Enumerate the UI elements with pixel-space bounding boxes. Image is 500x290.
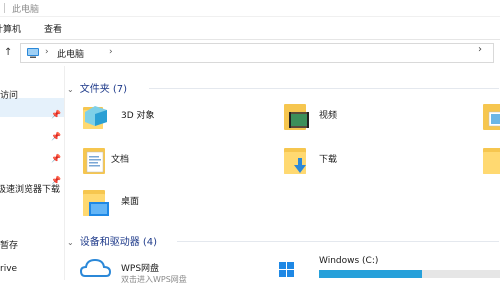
- nav-item-temp[interactable]: 暂存: [0, 238, 18, 251]
- navigation-pane: 访问 📌 📌 📌 📌 极速浏览器下载 暂存 rive: [0, 66, 65, 280]
- group-title: 设备和驱动器 (4): [79, 237, 158, 248]
- 3d-objects-folder-icon: [83, 106, 107, 129]
- group-divider: [177, 241, 499, 242]
- folder-label: 下载: [319, 155, 338, 165]
- address-bar[interactable]: › 此电脑 ›: [20, 43, 494, 63]
- folder-item-pictures[interactable]: [483, 102, 500, 136]
- nav-item-onedrive[interactable]: rive: [0, 264, 17, 274]
- drive-usage-fill: [319, 270, 423, 278]
- folder-item-desktop[interactable]: 桌面: [81, 188, 281, 222]
- pictures-folder-icon: [483, 104, 500, 130]
- folder-item-videos[interactable]: 视频: [281, 102, 481, 136]
- group-divider: [149, 88, 499, 89]
- downloads-folder-icon: [284, 148, 306, 174]
- nav-item-quick-access[interactable]: 访问: [0, 88, 18, 101]
- up-arrow-icon[interactable]: ↑: [4, 47, 12, 58]
- nav-item-browser-downloads[interactable]: 极速浏览器下载: [0, 182, 60, 195]
- drive-item-windows-c[interactable]: Windows (C:): [279, 256, 500, 290]
- folder-label: 桌面: [121, 197, 140, 207]
- folder-icon: [483, 148, 500, 174]
- folder-label: 文档: [111, 155, 130, 165]
- drive-usage-bar: [319, 270, 500, 278]
- chevron-down-icon: ⌄: [67, 238, 74, 247]
- tab-view[interactable]: 查看: [44, 22, 62, 35]
- drive-item-wps[interactable]: WPS网盘 双击进入WPS网盘: [79, 256, 279, 290]
- group-header-folders[interactable]: ⌄ 文件夹 (7): [67, 80, 127, 95]
- content-pane: ⌄ 文件夹 (7) 3D 对象 视频 文档 下载 桌面 ⌄ 设备和驱动器 (4)…: [65, 66, 500, 284]
- title-bar: 此电脑: [0, 0, 500, 17]
- tab-computer[interactable]: 计算机: [0, 22, 21, 35]
- folder-label: 3D 对象: [121, 111, 155, 121]
- breadcrumb-chevron-icon[interactable]: ›: [45, 47, 49, 57]
- desktop-folder-icon: [83, 190, 109, 216]
- pin-icon: 📌: [51, 110, 61, 119]
- ribbon-tabs: 计算机 查看: [0, 17, 500, 40]
- folder-item-downloads[interactable]: 下载: [281, 146, 481, 180]
- documents-folder-icon: [83, 148, 105, 174]
- chevron-down-icon: ⌄: [67, 85, 74, 94]
- window-title: 此电脑: [12, 5, 40, 15]
- pin-icon: 📌: [51, 132, 61, 141]
- videos-folder-icon: [284, 104, 309, 130]
- folder-item-music[interactable]: [483, 146, 500, 180]
- breadcrumb-this-pc[interactable]: 此电脑: [57, 47, 84, 60]
- folder-item-documents[interactable]: 文档: [81, 146, 281, 180]
- address-row: ↑ › 此电脑 › ›: [0, 40, 500, 66]
- expand-chevron-icon[interactable]: ›: [478, 44, 482, 55]
- cloud-drive-icon: [79, 258, 112, 277]
- breadcrumb-chevron-icon[interactable]: ›: [109, 47, 113, 57]
- computer-icon: [27, 48, 39, 58]
- title-separator: [4, 3, 5, 13]
- group-header-devices[interactable]: ⌄ 设备和驱动器 (4): [67, 233, 157, 248]
- drive-label: WPS网盘: [121, 264, 160, 274]
- windows-drive-icon: [279, 262, 294, 277]
- drive-label: Windows (C:): [319, 256, 379, 266]
- pin-icon: 📌: [51, 154, 61, 163]
- folder-label: 视频: [319, 111, 338, 121]
- group-title: 文件夹 (7): [79, 84, 128, 95]
- folder-item-3d-objects[interactable]: 3D 对象: [81, 102, 281, 136]
